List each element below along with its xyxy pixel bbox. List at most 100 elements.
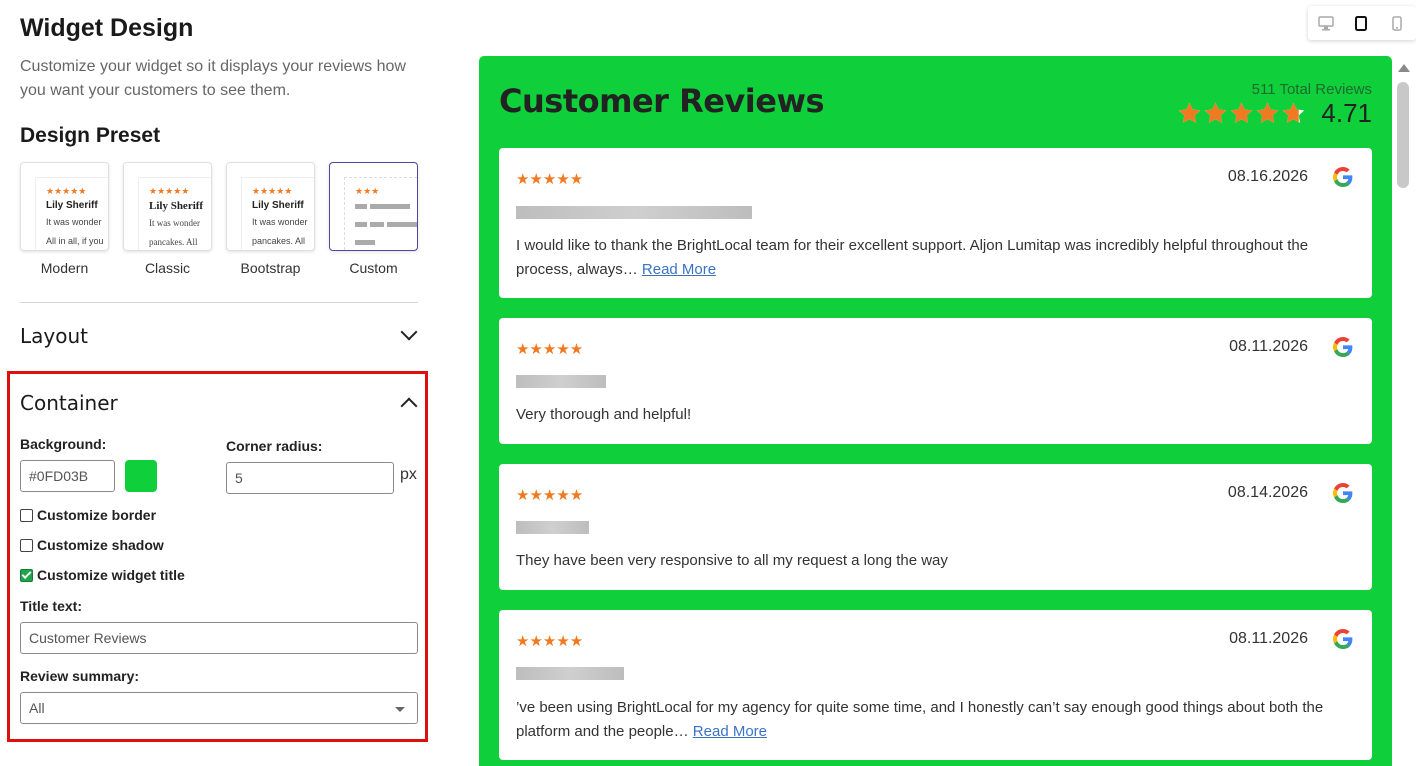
reviewer-name-blurred: [516, 206, 752, 219]
review-text-content: They have been very responsive to all my…: [516, 552, 948, 569]
preset-review-line: It was wonder: [46, 217, 102, 227]
page-description: Customize your widget so it displays you…: [20, 58, 406, 99]
mobile-icon[interactable]: [1392, 16, 1402, 31]
title-text-value: Customer Reviews: [29, 630, 147, 646]
google-icon: [1333, 337, 1353, 357]
corner-radius-value: 5: [235, 470, 243, 486]
review-summary-value: All: [29, 700, 45, 716]
preset-stars: ★★★★★: [149, 186, 190, 196]
customize-title-label: Customize widget title: [37, 567, 185, 583]
overall-rating: 4.71: [1177, 98, 1372, 129]
widget-title: Customer Reviews: [499, 82, 825, 120]
preset-label: Classic: [144, 260, 191, 276]
preset-bootstrap[interactable]: ★★★★★ Lily Sheriff It was wonder pancake…: [226, 162, 315, 276]
tablet-icon[interactable]: [1355, 16, 1367, 31]
preset-custom-thumbnail[interactable]: ★★★: [329, 162, 418, 251]
review-stars: ★★★★★: [516, 633, 584, 650]
reviewer-name-blurred: [516, 375, 606, 388]
read-more-link[interactable]: Read More: [693, 723, 767, 740]
preset-reviewer-name: Lily Sheriff: [149, 200, 204, 212]
review-card: ★★★★★ 08.14.2026 They have been very res…: [499, 464, 1372, 590]
title-text-label: Title text:: [20, 598, 82, 614]
preset-custom[interactable]: ★★★ Custom: [329, 162, 418, 276]
preset-review-line: pancakes. All: [149, 237, 198, 247]
read-more-link[interactable]: Read More: [642, 261, 716, 278]
preset-label: Custom: [349, 260, 398, 276]
google-icon: [1333, 629, 1353, 649]
preview-scrollbar[interactable]: [1392, 56, 1416, 766]
customize-title-checkbox[interactable]: [20, 568, 33, 582]
page-title: Widget Design: [20, 14, 194, 42]
preset-placeholder-bars: [355, 202, 417, 250]
container-section-title[interactable]: Container: [20, 391, 118, 415]
preset-review-line: It was wonder: [149, 218, 200, 228]
rating-star-icon: [1179, 102, 1201, 123]
google-icon: [1333, 167, 1353, 187]
preset-stars: ★★★★★: [46, 186, 87, 196]
preset-stars: ★★★: [355, 186, 380, 196]
background-color-input[interactable]: #0FD03B: [20, 460, 115, 492]
dropdown-caret-icon: [395, 707, 405, 712]
review-stars: ★★★★★: [516, 341, 584, 358]
title-text-input[interactable]: Customer Reviews: [20, 622, 418, 654]
design-preset-heading: Design Preset: [20, 124, 161, 147]
preset-review-line: It was wonder: [252, 217, 308, 227]
review-summary-select[interactable]: All: [20, 692, 418, 724]
corner-radius-input[interactable]: 5: [226, 462, 394, 494]
preset-modern[interactable]: ★★★★★ Lily Sheriff It was wonder All in …: [20, 162, 109, 276]
preset-label: Bootstrap: [240, 260, 301, 276]
review-text-content: Very thorough and helpful!: [516, 406, 692, 423]
review-summary-label: Review summary:: [20, 668, 140, 684]
corner-radius-unit: px: [400, 466, 417, 483]
review-text-content: I would like to thank the BrightLocal te…: [516, 237, 1309, 278]
review-stars: ★★★★★: [516, 487, 584, 504]
preset-reviewer-name: Lily Sheriff: [46, 200, 98, 211]
section-divider: [20, 302, 418, 303]
rating-star-icon: [1283, 102, 1305, 123]
preset-classic-thumbnail[interactable]: ★★★★★ Lily Sheriff It was wonder pancake…: [123, 162, 212, 251]
customize-shadow-label: Customize shadow: [37, 537, 164, 553]
rating-star-icon: [1205, 102, 1227, 123]
background-color-swatch[interactable]: [125, 460, 157, 492]
review-date: 08.16.2026: [1227, 168, 1308, 185]
review-date: 08.11.2026: [1229, 338, 1308, 355]
preset-reviewer-name: Lily Sheriff: [252, 200, 304, 211]
scrollbar-thumb[interactable]: [1397, 82, 1409, 188]
customize-border-option[interactable]: Customize border: [20, 507, 156, 523]
background-label: Background:: [20, 436, 107, 452]
scroll-up-arrow-icon[interactable]: [1398, 64, 1410, 72]
chevron-down-icon[interactable]: [400, 323, 418, 341]
review-text: They have been very responsive to all my…: [516, 549, 1352, 573]
preset-classic[interactable]: ★★★★★ Lily Sheriff It was wonder pancake…: [123, 162, 212, 276]
corner-radius-label: Corner radius:: [226, 438, 323, 454]
rating-star-icon: [1231, 102, 1253, 123]
review-card: ★★★★★ 08.16.2026 I would like to thank t…: [499, 148, 1372, 298]
review-date: 08.11.2026: [1229, 630, 1308, 647]
customize-border-checkbox[interactable]: [20, 508, 33, 522]
rating-stars: [1177, 101, 1307, 126]
reviewer-name-blurred: [516, 667, 624, 680]
preset-review-line: pancakes. All: [252, 236, 306, 246]
review-text: I would like to thank the BrightLocal te…: [516, 234, 1352, 282]
customize-border-label: Customize border: [37, 507, 157, 523]
preset-stars: ★★★★★: [252, 186, 293, 196]
review-text-content: ’ve been using BrightLocal for my agency…: [516, 699, 1324, 740]
reviewer-name-blurred: [516, 521, 589, 534]
customize-shadow-checkbox[interactable]: [20, 538, 33, 552]
rating-value: 4.71: [1321, 98, 1372, 128]
preset-modern-thumbnail[interactable]: ★★★★★ Lily Sheriff It was wonder All in …: [20, 162, 109, 251]
customize-title-option[interactable]: Customize widget title: [20, 567, 185, 583]
widget-preview: Customer Reviews 511 Total Reviews 4.71 …: [479, 56, 1392, 766]
background-color-value: #0FD03B: [29, 468, 89, 484]
review-text: Very thorough and helpful!: [516, 403, 1352, 427]
preset-bootstrap-thumbnail[interactable]: ★★★★★ Lily Sheriff It was wonder pancake…: [226, 162, 315, 251]
preset-label: Modern: [40, 260, 89, 276]
container-section-highlight: [7, 371, 428, 742]
review-stars: ★★★★★: [516, 171, 584, 188]
review-card: ★★★★★ 08.11.2026 ’ve been using BrightLo…: [499, 610, 1372, 760]
review-card: ★★★★★ 08.11.2026 Very thorough and helpf…: [499, 318, 1372, 444]
layout-section-title[interactable]: Layout: [20, 324, 88, 348]
desktop-icon[interactable]: [1318, 16, 1334, 31]
customize-shadow-option[interactable]: Customize shadow: [20, 537, 164, 553]
google-icon: [1333, 483, 1353, 503]
